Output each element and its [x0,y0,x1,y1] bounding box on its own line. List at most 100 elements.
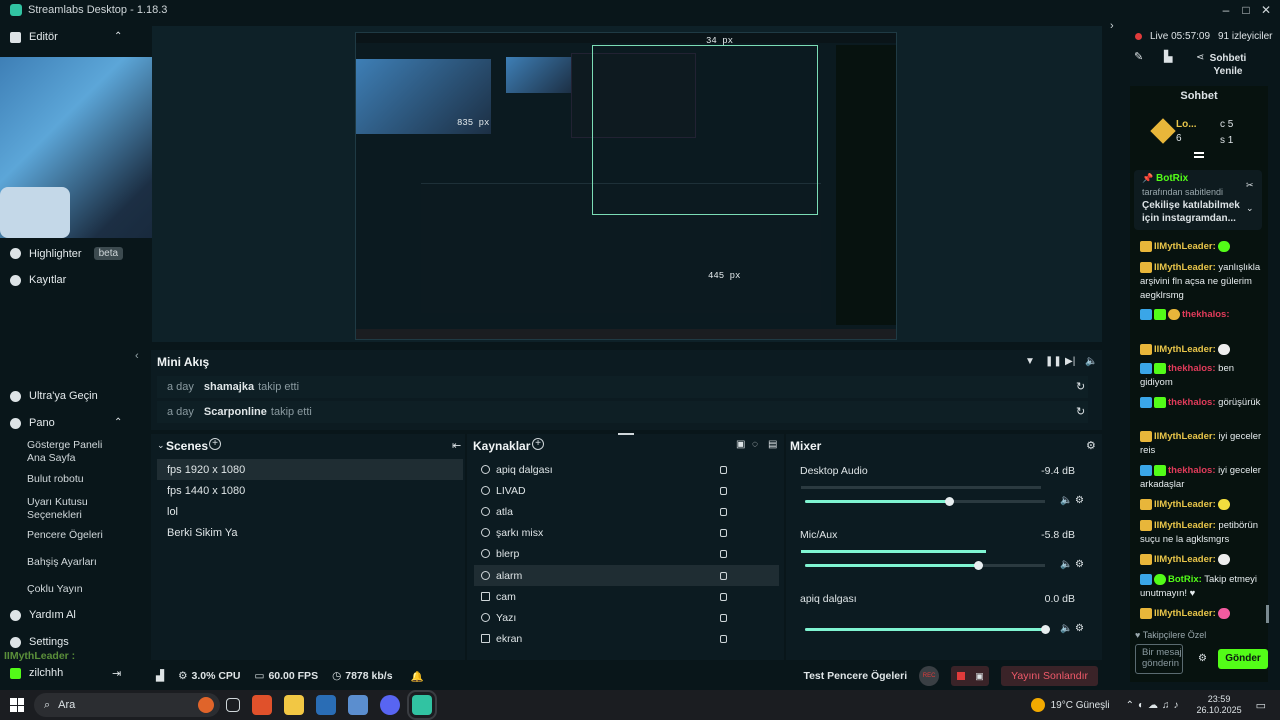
sidebar-item-help[interactable]: Yardım Al [10,609,76,621]
gear-icon[interactable]: ⚙ [1075,495,1084,506]
sidebar-item-settings[interactable]: Settings [10,636,69,648]
speaker-icon[interactable]: 🔈 [1060,495,1072,506]
repeat-icon[interactable]: ↻ [1076,405,1085,418]
mod-tools-icon[interactable]: ▙ [1164,50,1172,63]
close-icon[interactable]: ✕ [1258,2,1274,18]
brave-icon[interactable] [252,695,272,715]
volume-knob[interactable] [973,561,983,570]
volume-slider[interactable] [805,561,1045,570]
source-item[interactable]: LIVAD [474,480,779,501]
clock[interactable]: 23:59 26.10.2025 [1197,694,1242,716]
gear-icon[interactable]: ⚙ [1086,439,1096,452]
stats-icon[interactable]: ▟ [156,670,164,682]
speaker-icon[interactable]: 🔈 [1060,559,1072,570]
source-item[interactable]: blerp [474,543,779,564]
scene-item[interactable]: fps 1920 x 1080 [157,459,463,480]
repeat-icon[interactable]: ↻ [1076,380,1085,393]
volume-slider[interactable] [805,625,1050,634]
maximize-icon[interactable]: □ [1238,2,1254,18]
send-button[interactable]: Gönder [1218,649,1268,669]
dashboard-home-link[interactable]: Gösterge Paneli Ana Sayfa [27,439,122,465]
sidebar-item-highlighter[interactable]: Highlighter beta [10,247,124,260]
logout-icon[interactable]: ⇥ [112,667,121,680]
edit-icon[interactable]: ✎ [1134,50,1143,63]
lock-icon[interactable] [720,613,727,622]
refresh-chat-button[interactable]: Sohbeti Yenile [1208,52,1248,78]
sidebar-item-recordings[interactable]: Kayıtlar [10,274,66,286]
pause-icon[interactable]: ❚❚ [1045,356,1062,367]
minimize-icon[interactable]: – [1218,2,1234,18]
task-view-icon[interactable] [226,698,240,712]
scene-item[interactable]: lol [157,501,463,522]
account-item[interactable]: zilchhh [10,667,63,679]
chevron-right-icon[interactable]: › [1110,20,1114,32]
end-stream-button[interactable]: Yayını Sonlandır [1001,666,1098,686]
add-scene-icon[interactable]: + [209,438,221,450]
speaker-icon[interactable]: 🔈 [1060,623,1072,634]
gear-icon[interactable]: ⚙ [1075,559,1084,570]
widgets-link[interactable]: Pencere Ögeleri [27,529,103,542]
chat-settings-icon[interactable]: ⚙ [1198,653,1207,664]
chevron-down-icon[interactable]: ⌄ [157,440,165,451]
streamlabs-taskbar-icon[interactable] [407,690,437,720]
transition-icon[interactable]: ⇤ [452,439,461,452]
lock-icon[interactable] [720,634,727,643]
replay-buffer-controls[interactable]: ▣ [951,666,990,686]
sidebar-item-dashboard[interactable]: Pano [10,417,55,429]
lock-icon[interactable] [720,465,727,474]
tip-settings-link[interactable]: Bahşiş Ayarları [27,556,97,569]
add-source-icon[interactable]: + [532,438,544,450]
volume-icon[interactable]: 🔈 [1085,356,1097,367]
skip-icon[interactable]: ▶| [1065,356,1075,367]
test-widgets-button[interactable]: Test Pencere Ögeleri [803,670,907,682]
app-icon[interactable] [348,695,368,715]
notifications-icon[interactable]: ▭ [1256,699,1266,712]
lock-icon[interactable] [720,571,727,580]
unpin-icon[interactable]: ✂ [1246,180,1254,191]
cloudbot-link[interactable]: Bulut robotu [27,473,84,486]
rec-button[interactable]: REC [919,666,940,686]
menu-icon[interactable] [1194,152,1204,158]
source-item[interactable]: cam [474,586,779,607]
alertbox-link[interactable]: Uyarı Kutusu Seçenekleri [27,496,107,522]
discord-icon[interactable] [380,695,400,715]
source-item[interactable]: ekran [474,628,779,649]
tray-icons[interactable]: ⌃◐☁♫♪ [1126,700,1183,711]
lock-icon[interactable] [720,549,727,558]
scene-item[interactable]: fps 1440 x 1080 [157,480,463,501]
lock-icon[interactable] [720,592,727,601]
chat-input[interactable]: Bir mesaj gönderin [1135,644,1183,674]
volume-knob[interactable] [945,497,954,506]
lock-icon[interactable] [720,486,727,495]
multistream-link[interactable]: Çoklu Yayın [27,583,83,596]
chevron-down-icon[interactable]: ⌄ [1246,203,1254,214]
share-icon[interactable]: ⋖ [1196,52,1204,63]
source-item[interactable]: atla [474,501,779,522]
gear-icon[interactable]: ⚙ [1075,623,1084,634]
resize-handle[interactable] [618,433,634,435]
taskbar-search[interactable]: ⌕ Ara [34,693,220,717]
add-folder-icon[interactable]: ▤ [768,439,777,450]
sidebar-item-ultra[interactable]: Ultra'ya Geçin [10,390,98,402]
volume-knob[interactable] [1041,625,1050,634]
file-explorer-icon[interactable] [284,695,304,715]
collapse-sidebar-icon[interactable]: ‹ [135,350,139,362]
source-item[interactable]: apiq dalgası [474,459,779,480]
windows-start-icon[interactable] [10,698,24,712]
selection-box[interactable] [592,45,818,215]
scene-item[interactable]: Berki Sikim Ya [157,522,463,543]
source-item[interactable]: alarm [474,565,779,586]
sidebar-item-editor[interactable]: Editör [10,31,58,43]
filter-icon[interactable]: ▼ [1025,356,1035,367]
lock-icon[interactable] [720,507,727,516]
source-item[interactable]: Yazı [474,607,779,628]
chevron-up-icon[interactable]: ⌃ [114,417,122,428]
source-visibility-icon[interactable]: ◌ [752,439,758,450]
lock-icon[interactable] [720,528,727,537]
source-tools-icon[interactable]: ▣ [736,439,745,450]
steam-icon[interactable] [316,695,336,715]
chat-scrollbar[interactable] [1266,605,1269,623]
volume-slider[interactable] [805,497,1045,506]
stop-icon[interactable] [956,672,965,680]
notification-bell-icon[interactable]: 🔔 [411,670,424,683]
